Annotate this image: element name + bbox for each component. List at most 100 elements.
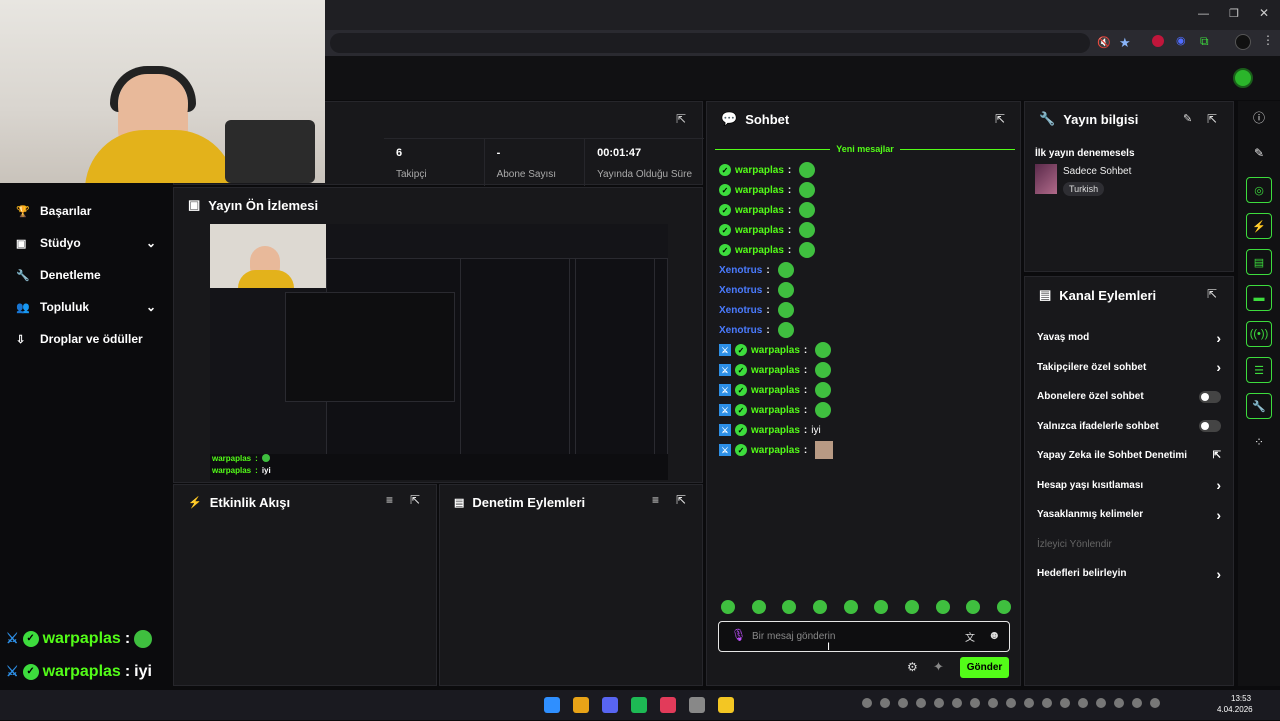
- minimize-icon[interactable]: —: [1198, 8, 1209, 20]
- spotify-icon[interactable]: [631, 697, 647, 713]
- channel-action-item[interactable]: Hedefleri belirleyin ›: [1025, 559, 1233, 589]
- tray-icon[interactable]: [898, 698, 908, 708]
- mic-icon[interactable]: 🎙: [731, 628, 746, 642]
- profile-avatar[interactable]: [1235, 34, 1251, 50]
- tray-icon[interactable]: [1096, 698, 1106, 708]
- popout-icon[interactable]: ⇱: [676, 493, 686, 507]
- chat-username[interactable]: warpaplas: [735, 205, 784, 216]
- obs-icon[interactable]: [689, 697, 705, 713]
- chat-username[interactable]: warpaplas: [735, 165, 784, 176]
- chat-username[interactable]: warpaplas: [751, 385, 800, 396]
- chat-username[interactable]: warpaplas: [735, 245, 784, 256]
- rail-item-chat[interactable]: ▬: [1238, 280, 1280, 316]
- filter-icon[interactable]: ≡: [386, 493, 393, 507]
- channel-action-item[interactable]: Yapay Zeka ile Sohbet Denetimi ⇱: [1025, 441, 1233, 471]
- chat-username[interactable]: warpaplas: [751, 405, 800, 416]
- chat-username[interactable]: warpaplas: [751, 425, 800, 436]
- chrome-icon[interactable]: [573, 697, 589, 713]
- chat-username[interactable]: warpaplas: [751, 365, 800, 376]
- channel-action-item[interactable]: İzleyici Yönlendir: [1025, 530, 1233, 560]
- tray-icon[interactable]: [952, 698, 962, 708]
- extensions-puzzle-icon[interactable]: ⧉: [1200, 34, 1209, 49]
- rail-item-activity[interactable]: ⚡: [1238, 208, 1280, 244]
- tray-icon[interactable]: [1024, 698, 1034, 708]
- extension-icon[interactable]: [1152, 35, 1164, 47]
- edit-pencil-icon[interactable]: ✎: [1183, 112, 1192, 125]
- sidebar-item[interactable]: ▣ Stüdyo ⌄: [0, 227, 172, 259]
- file-explorer-icon[interactable]: [718, 697, 734, 713]
- chat-username[interactable]: Xenotrus: [719, 305, 762, 316]
- channel-action-item[interactable]: Yavaş mod ›: [1025, 323, 1233, 353]
- popout-icon[interactable]: ⇱: [1207, 112, 1217, 126]
- quick-emote-icon[interactable]: [904, 600, 919, 614]
- channel-action-item[interactable]: Takipçilere özel sohbet ›: [1025, 353, 1233, 383]
- toggle-switch[interactable]: [1199, 390, 1221, 403]
- tray-icon[interactable]: [1114, 698, 1124, 708]
- chat-username[interactable]: warpaplas: [751, 445, 800, 456]
- tray-icon[interactable]: [862, 698, 872, 708]
- quick-emote-icon[interactable]: [935, 600, 950, 614]
- close-icon[interactable]: ✕: [1259, 6, 1269, 20]
- send-button[interactable]: Gönder: [960, 657, 1009, 678]
- translate-icon[interactable]: 文: [965, 629, 975, 644]
- quick-emote-icon[interactable]: [721, 600, 735, 614]
- chat-username[interactable]: warpaplas: [735, 225, 784, 236]
- chat-input[interactable]: Bir mesaj gönderin: [752, 631, 835, 642]
- chat-username[interactable]: Xenotrus: [719, 325, 762, 336]
- sidebar-item[interactable]: 🔧 Denetleme: [0, 259, 172, 291]
- edit-pencil-icon[interactable]: ✎: [1238, 134, 1280, 172]
- channel-action-item[interactable]: Hesap yaşı kısıtlaması ›: [1025, 471, 1233, 501]
- rail-item-actions[interactable]: ☰: [1238, 352, 1280, 388]
- channel-action-item[interactable]: Yasaklanmış kelimeler ›: [1025, 500, 1233, 530]
- discord-icon[interactable]: [602, 697, 618, 713]
- rail-item-clip[interactable]: ◎: [1238, 172, 1280, 208]
- tray-icon[interactable]: [934, 698, 944, 708]
- tray-icon[interactable]: [880, 698, 890, 708]
- rail-item-tools[interactable]: 🔧: [1238, 388, 1280, 424]
- channel-action-item[interactable]: Yalnızca ifadelerle sohbet: [1025, 412, 1233, 442]
- popout-icon[interactable]: ⇱: [995, 112, 1005, 126]
- maximize-icon[interactable]: ❐: [1229, 7, 1239, 20]
- settings-gear-icon[interactable]: ⚙: [907, 660, 918, 674]
- windows-start-icon[interactable]: [544, 697, 560, 713]
- extension-icon[interactable]: ◉: [1176, 34, 1186, 47]
- stream-preview-video[interactable]: warpaplas: warpaplas: iyi: [210, 224, 668, 480]
- info-icon[interactable]: ⓘ: [1238, 101, 1280, 134]
- tray-icon[interactable]: [1042, 698, 1052, 708]
- chat-input-box[interactable]: 🎙 Bir mesaj gönderin 文 ☻: [718, 621, 1010, 652]
- rail-item-modlog[interactable]: ▤: [1238, 244, 1280, 280]
- chat-username[interactable]: Xenotrus: [719, 285, 762, 296]
- tray-icon[interactable]: [1006, 698, 1016, 708]
- address-bar[interactable]: [330, 33, 1090, 53]
- quick-emote-icon[interactable]: [782, 600, 797, 614]
- rail-item-broadcast[interactable]: ((•)): [1238, 316, 1280, 352]
- mute-icon[interactable]: 🔇: [1097, 36, 1111, 49]
- add-widget-icon[interactable]: ⁘: [1238, 424, 1280, 460]
- tray-icon[interactable]: [1132, 698, 1142, 708]
- tray-icon[interactable]: [988, 698, 998, 708]
- popout-icon[interactable]: ⇱: [676, 112, 686, 126]
- user-avatar[interactable]: [1233, 68, 1253, 88]
- popout-icon[interactable]: ⇱: [1207, 287, 1217, 301]
- quick-emote-icon[interactable]: [812, 600, 827, 614]
- tray-icon[interactable]: [970, 698, 980, 708]
- sidebar-item[interactable]: 👥 Topluluk ⌄: [0, 291, 172, 323]
- emoji-icon[interactable]: ☻: [988, 628, 1001, 642]
- filter-icon[interactable]: ≡: [652, 493, 659, 507]
- app-icon[interactable]: [660, 697, 676, 713]
- quick-emote-icon[interactable]: [874, 600, 889, 614]
- quick-emote-icon[interactable]: [751, 600, 766, 614]
- toggle-switch[interactable]: [1199, 420, 1221, 433]
- sidebar-item[interactable]: 🏆 Başarılar: [0, 195, 172, 227]
- browser-menu-icon[interactable]: ⋮: [1262, 33, 1274, 47]
- channel-action-item[interactable]: Abonelere özel sohbet: [1025, 382, 1233, 412]
- sidebar-item[interactable]: ⇩ Droplar ve ödüller: [0, 323, 172, 355]
- chat-username[interactable]: warpaplas: [751, 345, 800, 356]
- tray-icon[interactable]: [916, 698, 926, 708]
- tray-icon[interactable]: [1150, 698, 1160, 708]
- quick-emote-icon[interactable]: [966, 600, 981, 614]
- tray-icon[interactable]: [1060, 698, 1070, 708]
- chat-username[interactable]: warpaplas: [735, 185, 784, 196]
- quick-emote-icon[interactable]: [996, 600, 1011, 614]
- chat-username[interactable]: Xenotrus: [719, 265, 762, 276]
